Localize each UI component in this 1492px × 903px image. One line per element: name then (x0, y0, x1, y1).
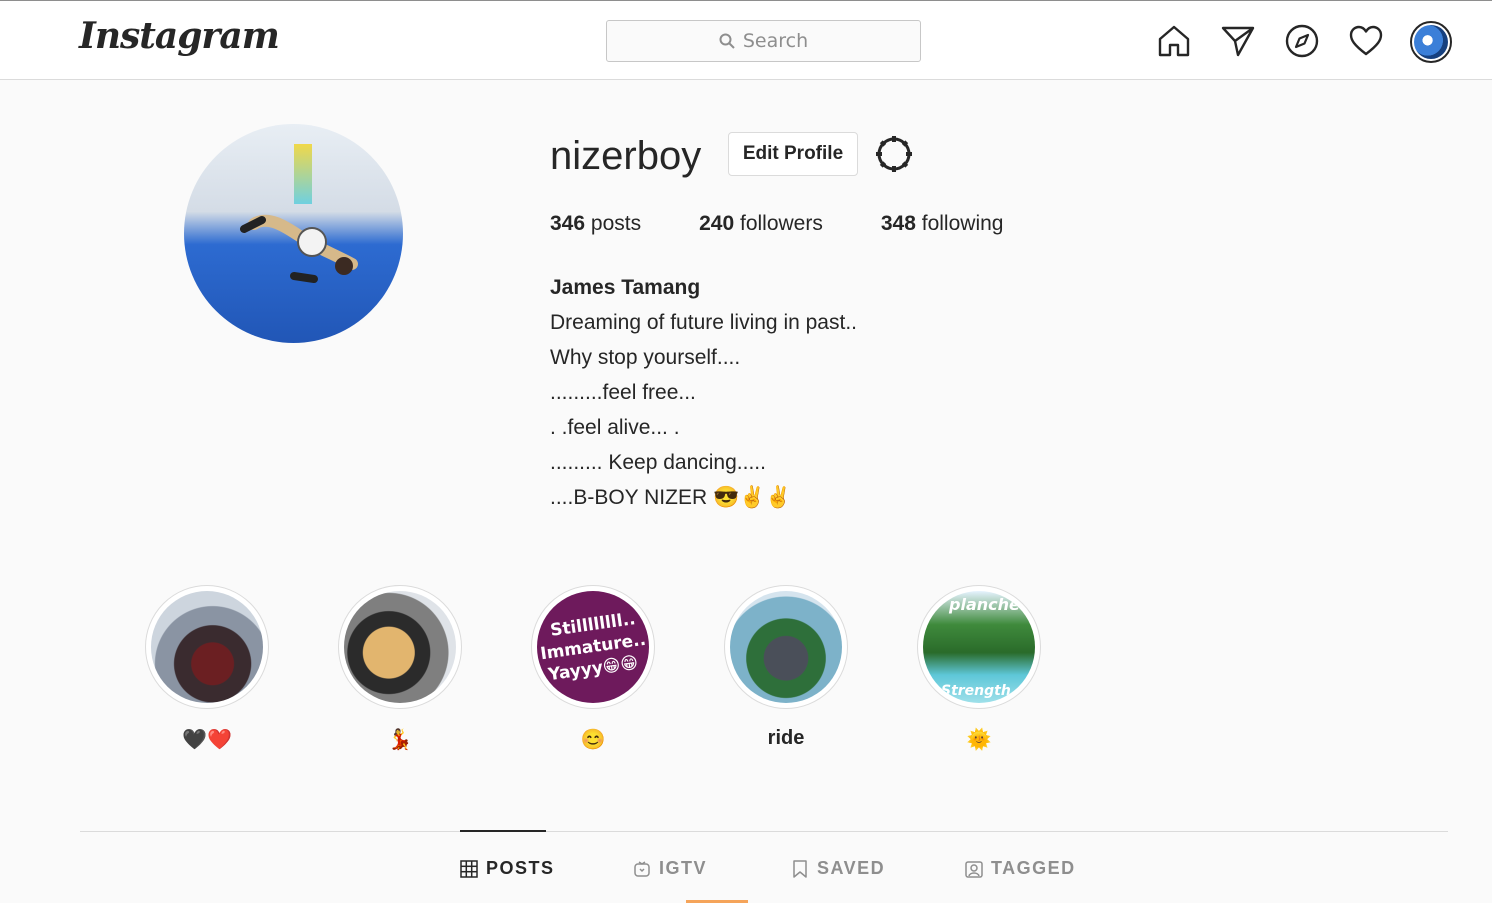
highlight-cover-ring (724, 585, 848, 709)
highlight-label: 🖤❤️ (182, 729, 232, 751)
highlight-cover-text: Strength (941, 683, 1011, 699)
tab-label: IGTV (659, 858, 708, 878)
tab-tagged[interactable]: TAGGED (965, 858, 1076, 879)
settings-gear-icon[interactable] (874, 134, 914, 174)
search-icon (719, 33, 735, 49)
search-input[interactable]: Search (606, 20, 921, 62)
explore-icon[interactable] (1284, 23, 1320, 59)
profile-avatar[interactable] (1410, 21, 1452, 63)
tab-igtv[interactable]: IGTV (633, 858, 707, 879)
activity-heart-icon[interactable] (1348, 23, 1384, 59)
highlight-cover-image: planche Strength (923, 591, 1035, 703)
profile-picture-dancer (240, 214, 358, 283)
story-highlight[interactable]: Stillllllll.. Immature.. Yayyy😁😁 😊 (531, 585, 655, 752)
bio-line: .........feel free... (550, 381, 696, 404)
instagram-logo[interactable]: Instagram (79, 15, 280, 57)
avatar-image (1414, 25, 1448, 59)
story-highlight[interactable]: ride (724, 585, 848, 750)
tabs-divider (80, 831, 1448, 832)
edit-profile-button[interactable]: Edit Profile (728, 132, 858, 176)
bio-line: ....B-BOY NIZER 😎✌✌ (550, 486, 792, 509)
highlight-label: 🌞 (966, 729, 992, 751)
highlight-cover-image (344, 591, 456, 703)
tab-label: SAVED (817, 858, 886, 878)
bio-line: Dreaming of future living in past.. (550, 311, 857, 334)
highlight-cover-image (730, 591, 842, 703)
followers-count: 240 (699, 212, 735, 235)
igtv-icon (634, 860, 650, 877)
grid-icon (460, 859, 478, 878)
story-highlight[interactable]: 💃 (338, 585, 462, 752)
posts-count: 346 (550, 212, 586, 235)
direct-message-icon[interactable] (1220, 23, 1256, 59)
highlight-label: 💃 (387, 729, 413, 751)
posts-label: posts (590, 212, 642, 235)
profile-stats: 346 posts 240 followers 348 following (550, 212, 1003, 236)
highlight-cover-ring: Stillllllll.. Immature.. Yayyy😁😁 (531, 585, 655, 709)
profile-bio: James Tamang Dreaming of future living i… (550, 270, 857, 515)
story-highlight[interactable]: 🖤❤️ (145, 585, 269, 752)
highlight-cover-image (151, 591, 263, 703)
profile-full-name: James Tamang (550, 276, 701, 299)
following-stat[interactable]: 348 following (881, 212, 1004, 236)
bio-line: Why stop yourself.... (550, 346, 741, 369)
highlight-label: 😊 (580, 729, 606, 751)
following-count: 348 (880, 212, 916, 235)
active-tab-indicator (460, 830, 546, 832)
top-navigation-bar: Instagram Search (0, 0, 1492, 80)
tab-posts[interactable]: POSTS (460, 858, 555, 879)
highlight-cover-image: Stillllllll.. Immature.. Yayyy😁😁 (537, 591, 649, 703)
highlight-cover-text: planche (949, 595, 1020, 614)
followers-stat[interactable]: 240 followers (699, 212, 823, 236)
following-label: following (921, 212, 1004, 235)
profile-username: nizerboy (550, 134, 702, 178)
bookmark-icon (793, 859, 807, 878)
tab-label: POSTS (486, 858, 555, 878)
profile-picture[interactable] (184, 124, 403, 343)
posts-stat: 346 posts (550, 212, 641, 236)
tab-saved[interactable]: SAVED (791, 858, 885, 879)
bio-line: ......... Keep dancing..... (550, 451, 766, 474)
bio-line: . .feel alive... . (550, 416, 680, 439)
highlight-cover-ring: planche Strength (917, 585, 1041, 709)
highlight-cover-ring (145, 585, 269, 709)
story-highlight[interactable]: planche Strength 🌞 (917, 585, 1041, 752)
tagged-icon (965, 860, 983, 878)
search-placeholder: Search (742, 30, 809, 52)
followers-label: followers (739, 212, 823, 235)
highlight-label: ride (767, 727, 805, 749)
highlight-cover-ring (338, 585, 462, 709)
tab-label: TAGGED (991, 858, 1076, 878)
home-icon[interactable] (1156, 23, 1192, 59)
